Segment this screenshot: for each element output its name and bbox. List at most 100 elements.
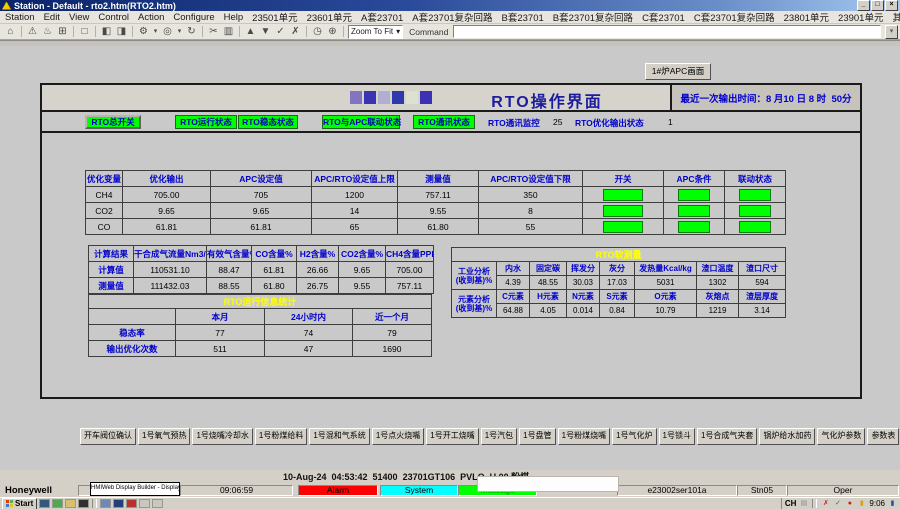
cell-value: 4.39 [497, 276, 530, 290]
menu-a-23701-loops[interactable]: A套23701复杂回路 [412, 10, 492, 24]
nav-lock-hopper-button[interactable]: 1号锁斗 [659, 428, 695, 445]
furnace1-apc-screen-button[interactable]: 1#炉APC画面 [645, 63, 711, 80]
cancel-icon[interactable]: ✗ [289, 25, 302, 38]
nav-burner-cooling-button[interactable]: 1号烧嘴冷却水 [192, 428, 252, 445]
settings-icon[interactable]: ⚙ [137, 25, 150, 38]
menu-edit[interactable]: Edit [44, 12, 60, 23]
zoom-mode-value: Zoom To Fit [351, 27, 393, 36]
accept-icon[interactable]: ✓ [274, 25, 287, 38]
toolbar-separator [306, 26, 307, 37]
station-alert-icon [2, 2, 11, 10]
table-row: 计算值 110531.10 88.47 61.81 26.66 9.65 705… [89, 262, 434, 278]
history-icon[interactable]: ◷ [311, 25, 324, 38]
menu-unit-23601[interactable]: 23601单元 [307, 10, 352, 24]
menu-other[interactable]: 其他 [892, 10, 900, 24]
red-app-icon[interactable] [126, 499, 137, 508]
folder-icon[interactable] [65, 499, 76, 508]
zoom-icon[interactable]: ⊕ [326, 25, 339, 38]
printer-icon[interactable]: ▤ [799, 500, 808, 508]
display-app-icon[interactable] [39, 499, 50, 508]
menu-unit-23501[interactable]: 23501单元 [252, 10, 297, 24]
menu-station[interactable]: Station [5, 12, 35, 23]
link-status-indicator [739, 189, 771, 201]
associated-display-icon[interactable]: ◨ [115, 25, 128, 38]
alarm-summary-icon[interactable]: ⚠ [26, 25, 39, 38]
nav-coal-burner-button[interactable]: 1号粉煤烧嘴 [558, 428, 610, 445]
cut-icon[interactable]: ✂ [207, 25, 220, 38]
table-title: RTO软测量 [452, 248, 786, 262]
system-indicator-button[interactable]: System [380, 485, 458, 496]
network-error-icon[interactable]: ✗ [821, 500, 830, 508]
rto-comm-status-indicator[interactable]: RTO通讯状态 [413, 115, 475, 129]
nav-startup-burner-button[interactable]: 1号开工烧嘴 [426, 428, 478, 445]
menu-c-23701-loops[interactable]: C套23701复杂回路 [694, 10, 775, 24]
rto-steady-status-indicator[interactable]: RTO稳态状态 [238, 115, 298, 129]
nav-steam-drum-button[interactable]: 1号汽包 [481, 428, 517, 445]
raise-icon[interactable]: ▲ [244, 25, 257, 38]
image-placeholder-icon[interactable] [139, 499, 150, 508]
menu-control[interactable]: Control [98, 12, 129, 23]
menu-help[interactable]: Help [224, 12, 244, 23]
menu-c-23701[interactable]: C套23701 [642, 10, 685, 24]
event-summary-icon[interactable]: ♨ [41, 25, 54, 38]
nav-params-table-button[interactable]: 参数表 [867, 428, 899, 445]
menu-configure[interactable]: Configure [173, 12, 214, 23]
show-desktop-icon[interactable]: ▮ [888, 500, 897, 508]
sync-ok-icon[interactable]: ✓ [833, 500, 842, 508]
menu-unit-23901[interactable]: 23901单元 [838, 10, 883, 24]
language-indicator[interactable]: CH [785, 499, 797, 508]
column-header: 渣口温度 [697, 262, 739, 276]
cell-value: 705.00 [386, 262, 434, 278]
display-grid-icon[interactable]: ⊞ [56, 25, 69, 38]
cell [583, 219, 664, 235]
lower-icon[interactable]: ▼ [259, 25, 272, 38]
system-tray: CH ▤ ✗ ✓ ● ▮ 9:06 ▮ [781, 498, 900, 509]
nav-coil-button[interactable]: 1号盘管 [519, 428, 555, 445]
home-icon[interactable]: ⌂ [4, 25, 17, 38]
menu-unit-23801[interactable]: 23801单元 [784, 10, 829, 24]
menu-action[interactable]: Action [138, 12, 164, 23]
cell-value: 110531.10 [134, 262, 207, 278]
rto-master-switch-button[interactable]: RTO总开关 [85, 115, 141, 129]
nav-boiler-dosing-button[interactable]: 锅炉给水加药 [759, 428, 815, 445]
image-placeholder-icon[interactable] [152, 499, 163, 508]
settings-dropdown-icon[interactable]: ▾ [152, 25, 159, 38]
group-label: 工业分析 (收到基)% [452, 262, 497, 290]
trend-dropdown-icon[interactable]: ▾ [176, 25, 183, 38]
nav-gasifier-params-button[interactable]: 气化炉参数 [817, 428, 865, 445]
columns-icon[interactable]: ▥ [222, 25, 235, 38]
column-header: 优化变量 [86, 171, 123, 187]
alert-dot-icon[interactable]: ● [845, 500, 854, 508]
nav-oxygen-preheat-button[interactable]: 1号氧气预热 [138, 428, 190, 445]
table-row: 输出优化次数 511 47 1690 [89, 341, 432, 357]
alarm-indicator-button[interactable]: Alarm [298, 485, 378, 496]
rto-run-status-indicator[interactable]: RTO运行状态 [175, 115, 237, 129]
media-app-icon[interactable] [52, 499, 63, 508]
trend-icon[interactable]: ◎ [161, 25, 174, 38]
menu-a-23701[interactable]: A套23701 [361, 10, 403, 24]
detail-display-icon[interactable]: ◧ [100, 25, 113, 38]
compass-app-icon[interactable] [113, 499, 124, 508]
nav-mixed-gas-button[interactable]: 1号混和气系统 [309, 428, 369, 445]
command-dropdown-icon[interactable]: ▾ [885, 25, 898, 39]
nav-syngas-jacket-button[interactable]: 1号合成气夹套 [697, 428, 757, 445]
refresh-icon[interactable]: ↻ [185, 25, 198, 38]
notes-icon[interactable]: ▮ [857, 500, 866, 508]
menu-b-23701[interactable]: B套23701 [502, 10, 544, 24]
start-button[interactable]: Start [2, 498, 37, 509]
menu-view[interactable]: View [69, 12, 89, 23]
column-header: O元素 [635, 290, 697, 304]
nav-ignition-burner-button[interactable]: 1号点火烧嘴 [372, 428, 424, 445]
nav-gasifier-button[interactable]: 1号气化炉 [612, 428, 656, 445]
menu-b-23701-loops[interactable]: B套23701复杂回路 [553, 10, 633, 24]
nav-coal-feed-button[interactable]: 1号粉煤给料 [255, 428, 307, 445]
nav-valve-confirm-button[interactable]: 开车阀位确认 [80, 428, 136, 445]
cell-value: 65 [312, 219, 398, 235]
player-app-icon[interactable] [78, 499, 89, 508]
zoom-mode-select[interactable]: Zoom To Fit ▾ [348, 25, 403, 39]
grid-app-icon[interactable] [100, 499, 111, 508]
command-input[interactable] [453, 25, 881, 38]
rto-apc-link-status-indicator[interactable]: RTO与APC联动状态 [322, 115, 400, 129]
cell-value: 1690 [353, 341, 432, 357]
select-icon[interactable]: □ [78, 25, 91, 38]
